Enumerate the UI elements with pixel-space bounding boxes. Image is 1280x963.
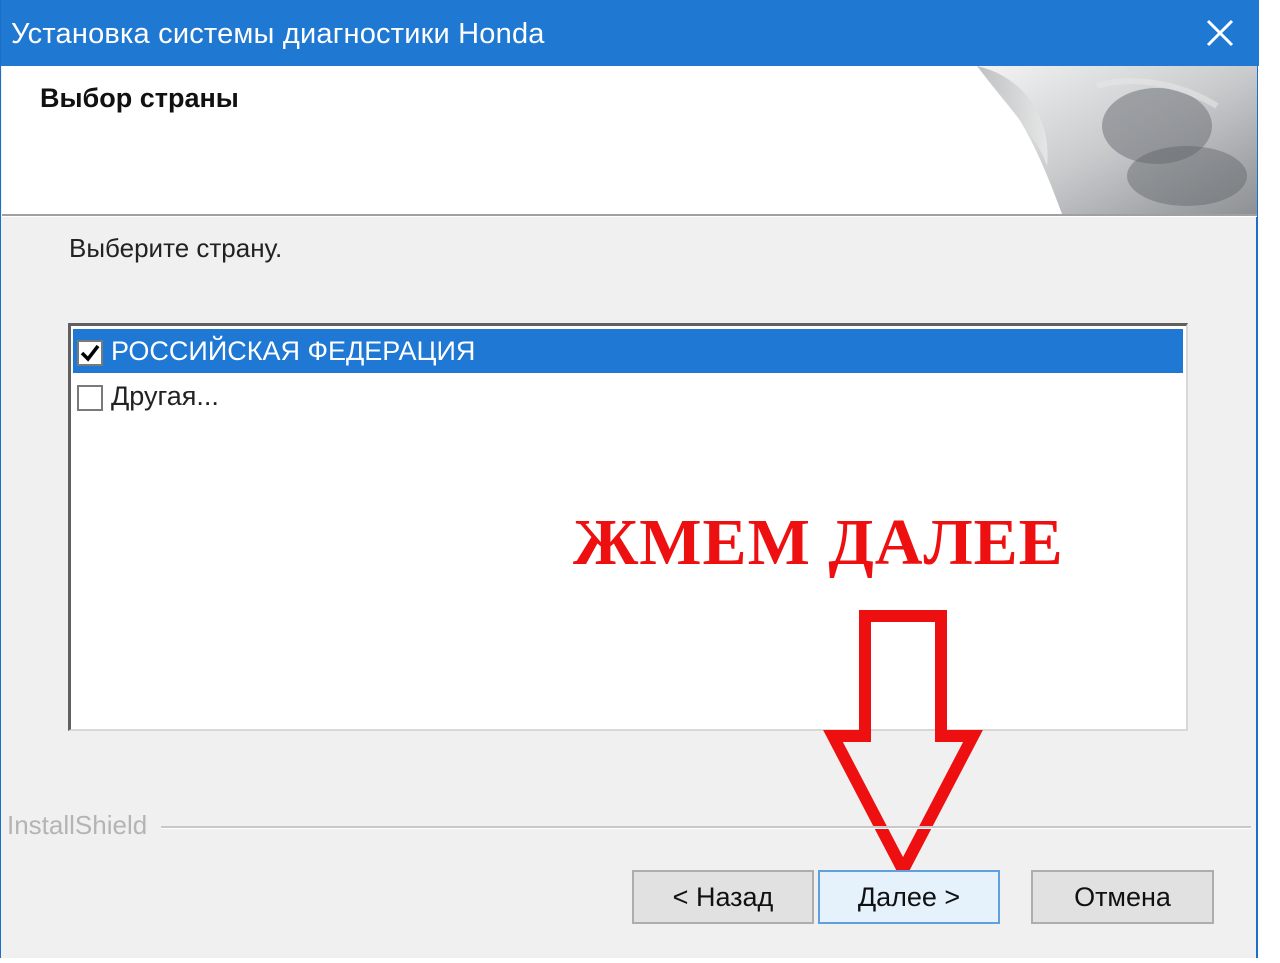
- list-item-label: Другая...: [111, 381, 219, 411]
- country-prompt: Выберите страну.: [69, 233, 283, 263]
- close-button[interactable]: [1195, 8, 1245, 58]
- window-title: Установка системы диагностики Honda: [11, 18, 545, 50]
- installshield-brand: InstallShield: [7, 810, 148, 840]
- wizard-header: Выбор страны: [2, 66, 1257, 214]
- cancel-button[interactable]: Отмена: [1031, 870, 1214, 924]
- list-item-other[interactable]: Другая...: [73, 374, 1183, 418]
- list-item-label: РОССИЙСКАЯ ФЕДЕРАЦИЯ: [111, 336, 476, 366]
- checkbox-unchecked[interactable]: [77, 385, 103, 411]
- checkbox-checked[interactable]: [77, 340, 103, 366]
- close-icon: [1206, 19, 1234, 47]
- next-button[interactable]: Далее >: [818, 870, 1000, 924]
- list-item-russia[interactable]: РОССИЙСКАЯ ФЕДЕРАЦИЯ: [73, 329, 1183, 373]
- title-bar: Установка системы диагностики Honda: [1, 0, 1259, 66]
- page-title: Выбор страны: [40, 83, 239, 113]
- brand-row: InstallShield: [1, 810, 1257, 844]
- installer-window: Установка системы диагностики Honda Выбо…: [0, 0, 1259, 958]
- checkmark-icon: [80, 344, 100, 362]
- annotation-text: ЖМЕМ ДАЛЕЕ: [573, 506, 1064, 579]
- back-button[interactable]: < Назад: [632, 870, 814, 924]
- brand-divider: [161, 826, 1251, 829]
- header-graphic: [977, 66, 1257, 214]
- header-divider: [2, 214, 1257, 217]
